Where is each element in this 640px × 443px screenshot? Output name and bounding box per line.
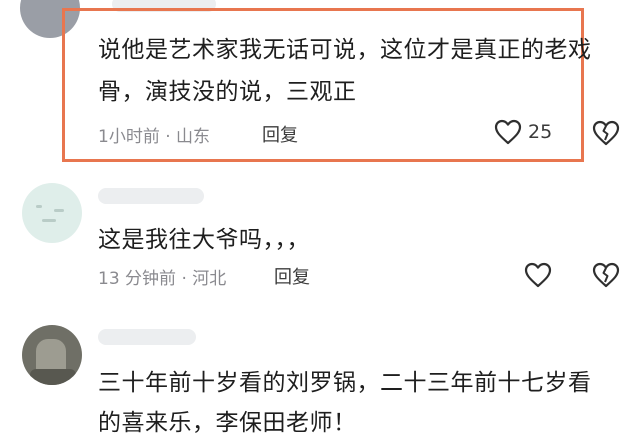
like-count: 25 xyxy=(528,121,553,143)
reply-button[interactable]: 回复 xyxy=(274,263,310,289)
heart-icon[interactable] xyxy=(494,119,522,145)
comment-text-line: 说他是艺术家我无话可说，这位才是真正的老戏 xyxy=(98,37,592,63)
comment-text-line: 这是我往大爷吗，，， xyxy=(98,227,310,253)
comment-text-line: 三十年前十岁看的刘罗锅，二十三年前十七岁看 xyxy=(98,370,592,396)
broken-heart-icon[interactable] xyxy=(592,120,620,146)
broken-heart-icon[interactable] xyxy=(592,262,620,288)
avatar[interactable] xyxy=(22,183,82,243)
comment-text-line: 骨，演技没的说，三观正 xyxy=(98,79,357,105)
username-blurred[interactable] xyxy=(98,188,204,204)
avatar[interactable] xyxy=(22,325,82,385)
reply-button[interactable]: 回复 xyxy=(262,121,298,147)
heart-icon[interactable] xyxy=(524,262,552,288)
comment-meta: 1小时前 · 山东 xyxy=(98,127,211,147)
username-blurred[interactable] xyxy=(98,329,196,345)
comment-text-line: 的喜来乐，李保田老师！ xyxy=(98,410,357,436)
comment-meta: 13 分钟前 · 河北 xyxy=(98,269,227,289)
